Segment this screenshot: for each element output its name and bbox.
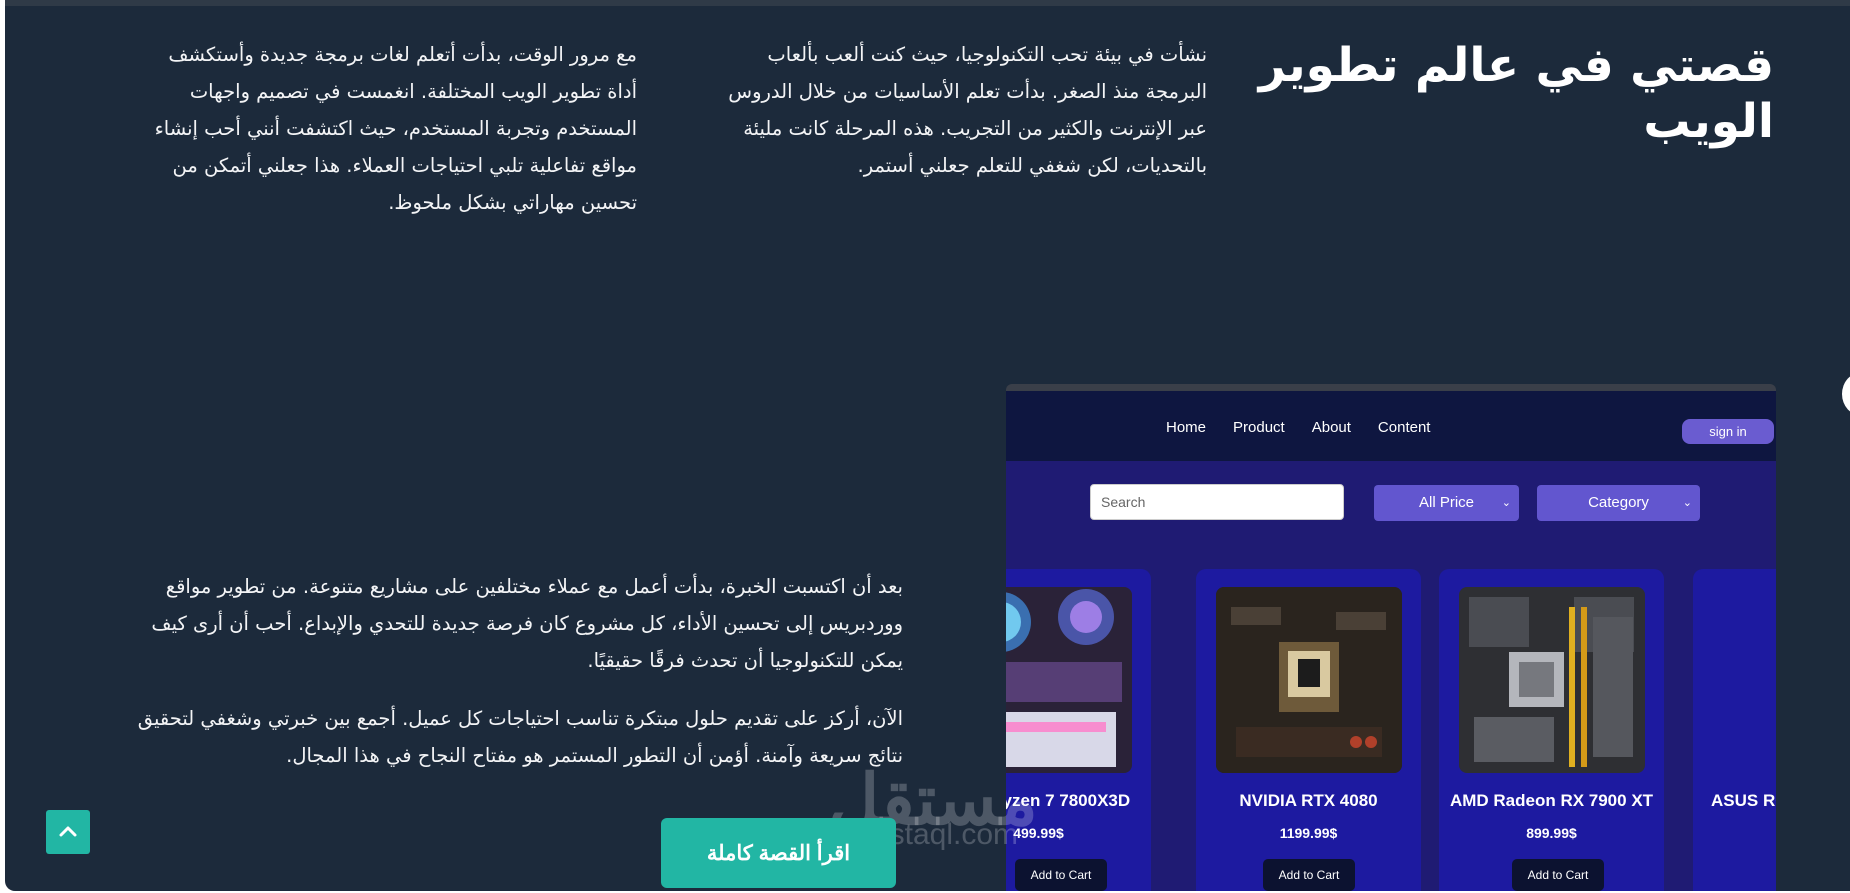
- top-border: [5, 0, 1850, 6]
- preview-price-label: All Price: [1418, 494, 1474, 511]
- preview-add-to-cart-button: Add to Cart: [1512, 859, 1604, 891]
- story-paragraph-1: نشأت في بيئة تحب التكنولوجيا، حيث كنت أل…: [728, 43, 1207, 177]
- page-title: قصتي في عالم تطوير الويب: [1258, 38, 1774, 149]
- preview-price-select: All Price ⌄: [1374, 485, 1519, 521]
- chevron-up-icon: [59, 826, 77, 837]
- read-full-story-button[interactable]: اقرأ القصة كاملة: [661, 818, 896, 888]
- preview-search-input: Search: [1090, 484, 1344, 520]
- project-preview-image: Home Product About Content sign in Searc…: [1006, 384, 1776, 891]
- story-section: قصتي في عالم تطوير الويب نشأت في بيئة تح…: [5, 0, 1850, 891]
- preview-nav-product: Product: [1233, 419, 1285, 436]
- preview-product-name: ASUS ROG: [1711, 791, 1776, 810]
- preview-product-name: AMD Radeon RX 7900 XT: [1449, 791, 1654, 810]
- preview-category-select: Category ⌄: [1537, 485, 1700, 521]
- preview-product-card: NVIDIA RTX 4080 1199.99$ Add to Cart: [1196, 569, 1421, 891]
- product-image-ai-chip: [1216, 587, 1402, 773]
- preview-add-to-cart-button: Add to Cart: [1263, 859, 1355, 891]
- preview-category-label: Category: [1588, 494, 1649, 511]
- preview-product-price: 899.99$: [1526, 825, 1577, 841]
- product-image-motherboard: [1459, 587, 1645, 773]
- preview-product-card: AMD Radeon RX 7900 XT 899.99$ Add to Car…: [1439, 569, 1664, 891]
- preview-product-card: ASUS ROG: [1693, 569, 1776, 891]
- product-image-cpu-cooler: [1006, 587, 1132, 773]
- story-paragraph-3: بعد أن اكتسبت الخبرة، بدأت أعمل مع عملاء…: [151, 575, 903, 672]
- preview-sign-in-button: sign in: [1682, 419, 1774, 444]
- preview-nav-content: Content: [1377, 419, 1431, 436]
- preview-product-price: 1199.99$: [1279, 825, 1338, 841]
- preview-nav-about: About: [1311, 419, 1351, 436]
- preview-navbar: Home Product About Content sign in: [1006, 391, 1776, 461]
- story-paragraph-2: مع مرور الوقت، بدأت أتعلم لغات برمجة جدي…: [154, 43, 637, 214]
- chevron-down-icon: ⌄: [1501, 497, 1511, 509]
- preview-nav-home: Home: [1166, 419, 1207, 436]
- preview-product-name: NVIDIA RTX 4080: [1239, 791, 1378, 810]
- story-paragraph-4: الآن، أركز على تقديم حلول مبتكرة تناسب ا…: [137, 707, 903, 767]
- chevron-down-icon: ⌄: [1682, 497, 1692, 509]
- scroll-to-top-button[interactable]: [46, 810, 90, 854]
